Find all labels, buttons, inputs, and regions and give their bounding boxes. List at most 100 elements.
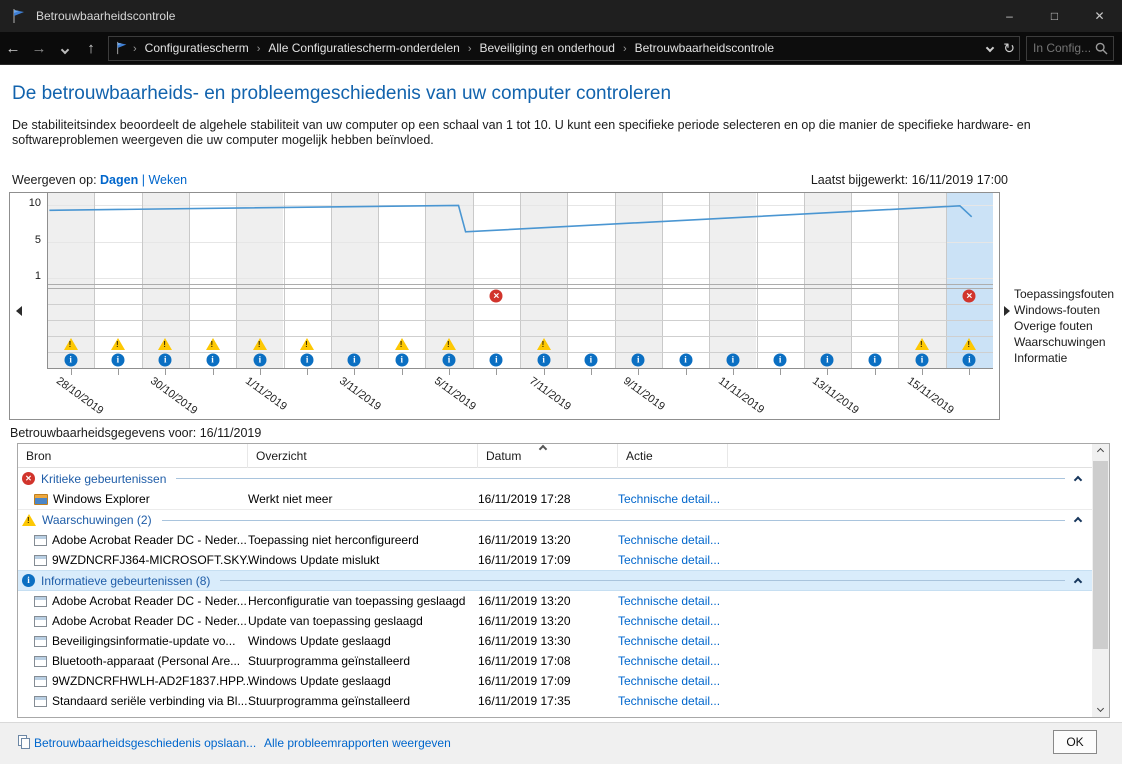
event-marker[interactable]: i: [253, 353, 267, 367]
vertical-scrollbar[interactable]: [1092, 444, 1109, 717]
table-row[interactable]: Beveiligingsinformatie-update vo... Windo…: [18, 631, 1093, 651]
event-marker[interactable]: ✕: [489, 289, 503, 303]
view-all-reports-link[interactable]: Alle probleemrapporten weergeven: [264, 736, 451, 750]
up-icon[interactable]: ↑: [78, 40, 104, 57]
view-option-days[interactable]: Dagen: [100, 173, 138, 187]
ok-button[interactable]: OK: [1053, 730, 1097, 754]
breadcrumb-item[interactable]: Alle Configuratiescherm-onderdelen: [262, 41, 465, 55]
technical-details-link[interactable]: Technische detail...: [618, 654, 728, 668]
technical-details-link[interactable]: Technische detail...: [618, 614, 728, 628]
refresh-icon[interactable]: ↻: [1003, 40, 1015, 57]
event-marker[interactable]: i: [64, 353, 78, 367]
event-marker[interactable]: i: [489, 353, 503, 367]
table-group-row[interactable]: ! Waarschuwingen (2): [18, 509, 1093, 530]
technical-details-link[interactable]: Technische detail...: [618, 553, 728, 567]
back-icon[interactable]: ←: [0, 40, 26, 57]
technical-details-link[interactable]: Technische detail...: [618, 694, 728, 708]
scrollbar-thumb[interactable]: [1093, 461, 1108, 649]
table-row[interactable]: Adobe Acrobat Reader DC - Neder... Toepas…: [18, 530, 1093, 550]
chart-scroll-right-icon[interactable]: [1004, 306, 1010, 316]
event-marker[interactable]: !: [394, 338, 409, 350]
source-cell: Standaard seriële verbinding via Bl...: [18, 694, 248, 708]
overview-cell: Windows Update geslaagd: [248, 674, 391, 688]
event-marker[interactable]: i: [158, 353, 172, 367]
technical-details-link[interactable]: Technische detail...: [618, 594, 728, 608]
table-row[interactable]: Windows Explorer Werkt niet meer 16/11/201…: [18, 489, 1093, 509]
technical-details-link[interactable]: Technische detail...: [618, 492, 728, 506]
scroll-up-icon[interactable]: [1092, 444, 1109, 459]
forward-icon[interactable]: →: [26, 40, 52, 57]
event-marker[interactable]: !: [962, 338, 977, 350]
address-dropdown-icon[interactable]: [986, 43, 995, 53]
info-icon: i: [22, 574, 35, 587]
table-group-row[interactable]: ✕ Kritieke gebeurtenissen: [18, 468, 1093, 489]
close-button[interactable]: ✕: [1077, 0, 1122, 32]
table-group-row[interactable]: i Informatieve gebeurtenissen (8): [18, 570, 1093, 591]
event-marker[interactable]: i: [584, 353, 598, 367]
collapse-chevron-icon[interactable]: [1073, 574, 1083, 588]
column-header-bron[interactable]: Bron: [18, 444, 248, 468]
table-row[interactable]: 9WZDNCRFHWLH-AD2F1837.HPP... Windows Upda…: [18, 671, 1093, 691]
event-marker[interactable]: i: [347, 353, 361, 367]
event-marker[interactable]: i: [820, 353, 834, 367]
event-marker[interactable]: !: [442, 338, 457, 350]
event-marker[interactable]: !: [63, 338, 78, 350]
history-chevron-icon[interactable]: [52, 40, 78, 57]
event-marker[interactable]: !: [110, 338, 125, 350]
event-marker[interactable]: !: [300, 338, 315, 350]
event-marker[interactable]: !: [915, 338, 930, 350]
view-option-weeks[interactable]: Weken: [148, 173, 187, 187]
event-marker[interactable]: i: [442, 353, 456, 367]
technical-details-link[interactable]: Technische detail...: [618, 634, 728, 648]
folder-icon: [34, 493, 48, 505]
event-marker[interactable]: !: [205, 338, 220, 350]
stability-chart[interactable]: 10 5 1 ✕ ✕!!!!!!!!!!! i i i i i i i i i i i i i i i i i i i i…: [9, 192, 1000, 420]
search-box[interactable]: [1026, 35, 1114, 61]
event-marker[interactable]: i: [773, 353, 787, 367]
overview-cell: Stuurprogramma geïnstalleerd: [248, 654, 411, 668]
application-icon: [34, 534, 47, 546]
column-header-datum[interactable]: Datum: [478, 444, 618, 468]
overview-cell: Windows Update mislukt: [248, 553, 380, 567]
group-label: Waarschuwingen (2): [42, 513, 152, 527]
minimize-button[interactable]: –: [987, 0, 1032, 32]
event-marker[interactable]: !: [158, 338, 173, 350]
event-marker[interactable]: i: [868, 353, 882, 367]
event-marker[interactable]: i: [915, 353, 929, 367]
overview-cell: Stuurprogramma geïnstalleerd: [248, 694, 411, 708]
table-row[interactable]: Adobe Acrobat Reader DC - Neder... Update…: [18, 611, 1093, 631]
event-marker[interactable]: !: [536, 338, 551, 350]
search-input[interactable]: [1033, 41, 1095, 55]
event-marker[interactable]: i: [726, 353, 740, 367]
event-marker[interactable]: i: [395, 353, 409, 367]
details-title: Betrouwbaarheidsgegevens voor: 16/11/201…: [10, 426, 262, 440]
save-history-link[interactable]: Betrouwbaarheidsgeschiedenis opslaan...: [34, 736, 256, 750]
table-row[interactable]: 9WZDNCRFJ364-MICROSOFT.SKY... Windows Upd…: [18, 550, 1093, 570]
technical-details-link[interactable]: Technische detail...: [618, 533, 728, 547]
event-marker[interactable]: i: [679, 353, 693, 367]
event-marker[interactable]: !: [252, 338, 267, 350]
scroll-down-icon[interactable]: [1092, 702, 1109, 717]
event-marker[interactable]: ✕: [962, 289, 976, 303]
address-bar[interactable]: › Configuratiescherm › Alle Configuratiesch…: [108, 35, 1020, 61]
chart-scroll-left-icon[interactable]: [16, 306, 22, 316]
collapse-chevron-icon[interactable]: [1073, 513, 1083, 527]
breadcrumb-item[interactable]: Betrouwbaarheidscontrole: [629, 41, 780, 55]
table-row[interactable]: Bluetooth-apparaat (Personal Are... Stuur…: [18, 651, 1093, 671]
technical-details-link[interactable]: Technische detail...: [618, 674, 728, 688]
event-marker[interactable]: i: [111, 353, 125, 367]
column-header-actie[interactable]: Actie: [618, 444, 728, 468]
breadcrumb-item[interactable]: Configuratiescherm: [139, 41, 255, 55]
event-marker[interactable]: i: [631, 353, 645, 367]
table-row[interactable]: Standaard seriële verbinding via Bl... St…: [18, 691, 1093, 711]
column-header-overzicht[interactable]: Overzicht: [248, 444, 478, 468]
breadcrumb-item[interactable]: Beveiliging en onderhoud: [474, 41, 621, 55]
search-icon[interactable]: [1095, 42, 1108, 60]
collapse-chevron-icon[interactable]: [1073, 472, 1083, 486]
table-row[interactable]: Adobe Acrobat Reader DC - Neder... Hercon…: [18, 591, 1093, 611]
event-marker[interactable]: i: [962, 353, 976, 367]
event-marker[interactable]: i: [206, 353, 220, 367]
event-marker[interactable]: i: [300, 353, 314, 367]
maximize-button[interactable]: □: [1032, 0, 1077, 32]
event-marker[interactable]: i: [537, 353, 551, 367]
